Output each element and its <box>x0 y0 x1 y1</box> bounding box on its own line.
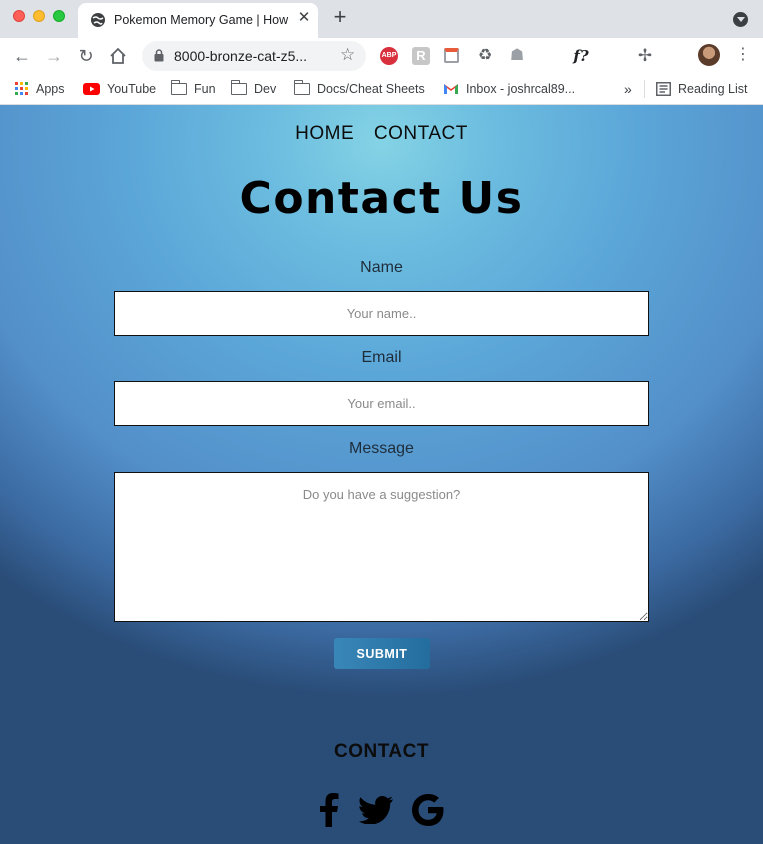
forward-arrow-icon[interactable]: → <box>44 46 64 66</box>
reload-icon[interactable]: ↻ <box>76 46 96 66</box>
kebab-menu-icon[interactable]: ⋮ <box>735 46 751 64</box>
bookmarks-bar: Apps YouTube Fun Dev Docs/Cheat Sheets I… <box>0 74 763 105</box>
bookmark-fun[interactable]: Fun <box>170 80 216 97</box>
back-arrow-icon[interactable]: ← <box>12 46 32 66</box>
folder-icon <box>293 80 310 95</box>
folder-icon <box>170 80 187 95</box>
facebook-icon[interactable] <box>318 793 340 827</box>
page-content: HOME CONTACT Contact Us Name Email Messa… <box>0 105 763 844</box>
new-tab-button[interactable]: + <box>330 6 350 28</box>
twitter-icon[interactable] <box>359 796 393 824</box>
bookmark-docs[interactable]: Docs/Cheat Sheets <box>293 80 425 97</box>
folder-icon <box>230 80 247 95</box>
profile-avatar[interactable] <box>698 44 720 66</box>
browser-toolbar: ← → ↻ 8000-bronze-cat-z5... ☆ ABP R ♻ ☗ … <box>0 38 763 107</box>
youtube-icon <box>83 83 100 95</box>
email-input[interactable] <box>114 381 649 426</box>
window-zoom-button[interactable] <box>53 10 65 22</box>
tab-search-icon[interactable] <box>733 12 748 27</box>
bookmark-inbox[interactable]: Inbox - joshrcal89... <box>443 81 575 97</box>
bookmark-youtube[interactable]: YouTube <box>83 81 156 97</box>
message-textarea[interactable] <box>114 472 649 622</box>
url-text: 8000-bronze-cat-z5... <box>174 48 308 64</box>
address-bar[interactable]: 8000-bronze-cat-z5... ☆ <box>142 41 366 71</box>
social-links <box>318 793 448 829</box>
tab-strip: Pokemon Memory Game | How ✕ + <box>0 0 763 38</box>
adblock-icon[interactable]: ABP <box>380 47 398 65</box>
footer-contact-heading: CONTACT <box>334 741 429 762</box>
fx-extension-icon[interactable]: f? <box>572 47 590 65</box>
browser-tab[interactable]: Pokemon Memory Game | How ✕ <box>78 3 318 38</box>
window-close-button[interactable] <box>13 10 25 22</box>
home-icon[interactable] <box>108 46 128 66</box>
extension-r-icon[interactable]: R <box>412 47 430 65</box>
email-label: Email <box>361 349 402 366</box>
bookmark-dev[interactable]: Dev <box>230 80 276 97</box>
bookmarks-divider <box>644 80 645 98</box>
apps-grid-icon <box>15 82 28 95</box>
bookmarks-overflow-button[interactable]: » <box>624 81 632 97</box>
name-input[interactable] <box>114 291 649 336</box>
recycle-icon[interactable]: ♻ <box>476 47 494 65</box>
top-nav: HOME CONTACT <box>0 123 763 145</box>
submit-button[interactable]: SUBMIT <box>334 638 430 669</box>
gmail-icon <box>444 84 458 94</box>
window-minimize-button[interactable] <box>33 10 45 22</box>
calendar-extension-icon[interactable] <box>444 48 459 63</box>
reading-list-icon <box>656 82 671 96</box>
ghost-icon[interactable]: ☗ <box>508 47 526 65</box>
tab-close-icon[interactable]: ✕ <box>296 10 312 26</box>
google-icon[interactable] <box>412 794 444 826</box>
page-title: Contact Us <box>239 173 524 224</box>
bookmark-apps[interactable]: Apps <box>15 81 65 97</box>
nav-contact-link[interactable]: CONTACT <box>374 123 468 144</box>
name-label: Name <box>360 259 403 276</box>
message-label: Message <box>349 440 414 457</box>
nav-home-link[interactable]: HOME <box>295 123 354 144</box>
lock-icon <box>154 49 164 62</box>
tab-title: Pokemon Memory Game | How <box>114 13 289 27</box>
globe-icon <box>91 13 105 27</box>
reading-list-button[interactable]: Reading List <box>656 81 748 97</box>
move-icon[interactable]: ✢ <box>636 47 654 65</box>
bookmark-star-icon[interactable]: ☆ <box>340 45 355 65</box>
